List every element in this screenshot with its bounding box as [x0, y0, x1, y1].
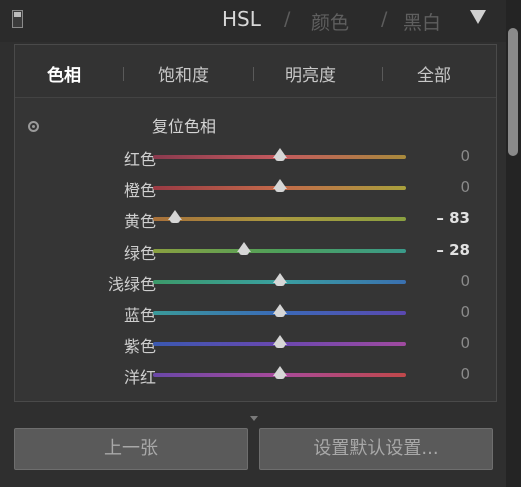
slider-thumb[interactable] [167, 210, 182, 224]
panel-toggle-icon[interactable] [12, 10, 23, 28]
slider-value[interactable]: 0 [460, 272, 470, 290]
slider-row: 绿色 – 28 [15, 239, 496, 263]
reset-hue-label[interactable]: 复位色相 [152, 113, 216, 137]
tab-luminance[interactable]: 明亮度 [285, 61, 336, 86]
tab-hue[interactable]: 色相 [47, 61, 81, 86]
slider-value[interactable]: 0 [460, 178, 470, 196]
hsl-panel: 色相 饱和度 明亮度 全部 复位色相 红色 0 橙色 0 黄色 – 83 绿色 – 28 浅绿色… [14, 44, 497, 402]
slider-label: 蓝色 [123, 306, 156, 325]
tab-all[interactable]: 全部 [417, 61, 451, 86]
slider-row: 黄色 – 83 [15, 207, 496, 231]
header-separator: / [284, 8, 291, 30]
slider-label: 橙色 [123, 181, 156, 201]
slider-row: 红色 0 [15, 145, 496, 169]
adjustment-tabbar: 色相 饱和度 明亮度 全部 [15, 45, 496, 98]
slider-row: 紫色 0 [15, 332, 496, 356]
slider-value[interactable]: 0 [460, 147, 470, 165]
tab-divider [123, 67, 124, 81]
slider-row: 浅绿色 0 [15, 270, 496, 294]
color-tab[interactable]: 颜色 [311, 8, 349, 35]
collapse-triangle-icon[interactable] [470, 10, 486, 24]
panel-header: HSL / 颜色 / 黑白 [0, 0, 506, 42]
previous-button[interactable]: 上一张 [14, 428, 248, 470]
slider-label: 紫色 [123, 337, 156, 357]
set-default-button[interactable]: 设置默认设置... [259, 428, 493, 470]
slider-value[interactable]: 0 [460, 365, 470, 383]
tab-saturation[interactable]: 饱和度 [158, 61, 209, 86]
slider-thumb[interactable] [272, 304, 287, 317]
slider-row: 橙色 0 [15, 176, 496, 200]
header-separator: / [381, 8, 388, 30]
slider-track[interactable] [153, 217, 406, 222]
black-white-tab[interactable]: 黑白 [403, 8, 441, 35]
scrollbar-thumb[interactable] [508, 28, 518, 156]
slider-value[interactable]: 0 [460, 334, 470, 352]
slider-thumb[interactable] [272, 335, 287, 349]
hsl-tab[interactable]: HSL [222, 7, 261, 31]
slider-thumb[interactable] [272, 179, 287, 193]
slider-row: 蓝色 0 [15, 301, 496, 325]
slider-thumb[interactable] [272, 272, 287, 286]
slider-label: 洋红 [123, 368, 156, 388]
target-adjustment-icon[interactable] [28, 121, 39, 132]
panel-resize-arrow-icon[interactable] [250, 416, 258, 421]
slider-label: 红色 [123, 150, 156, 169]
slider-label: 绿色 [123, 243, 156, 263]
tab-divider [253, 67, 254, 81]
slider-track[interactable] [153, 248, 406, 253]
slider-thumb[interactable] [272, 366, 287, 380]
slider-thumb[interactable] [237, 241, 252, 255]
slider-label: 浅绿色 [107, 274, 156, 294]
slider-value[interactable]: – 83 [436, 209, 470, 227]
slider-thumb[interactable] [272, 148, 287, 161]
tab-divider [382, 67, 383, 81]
slider-value[interactable]: – 28 [436, 241, 470, 259]
slider-value[interactable]: 0 [460, 303, 470, 321]
slider-label: 黄色 [123, 212, 156, 232]
slider-row: 洋红 0 [15, 363, 496, 387]
